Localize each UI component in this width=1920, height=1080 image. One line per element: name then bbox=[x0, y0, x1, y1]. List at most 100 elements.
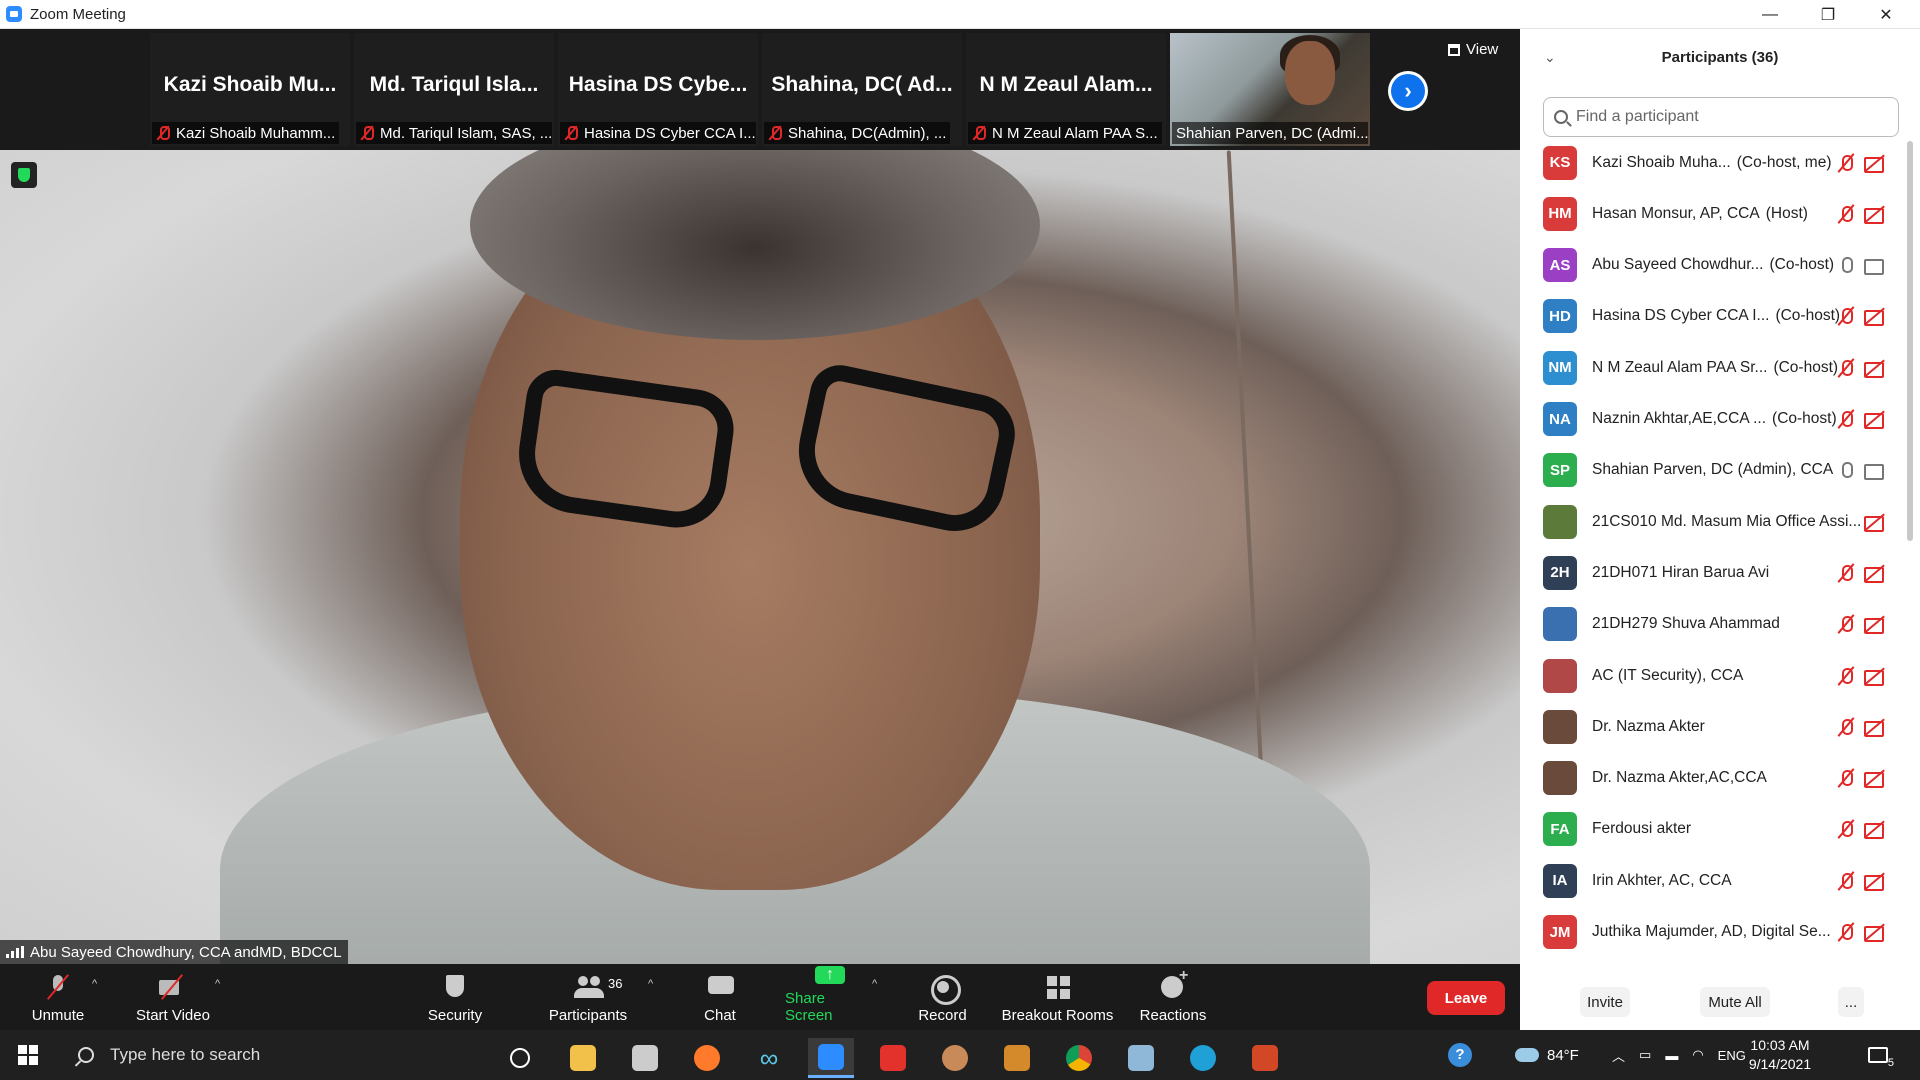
mic-muted-icon[interactable] bbox=[1838, 358, 1854, 378]
mic-muted-icon[interactable] bbox=[1838, 922, 1854, 942]
mic-muted-icon[interactable] bbox=[1838, 306, 1854, 326]
video-tile[interactable]: Md. Tariqul Isla... Md. Tariqul Islam, S… bbox=[354, 33, 554, 146]
participant-row[interactable]: NM N M Zeaul Alam PAA Sr... (Co-host) bbox=[1520, 342, 1900, 393]
restore-button[interactable]: ❐ bbox=[1799, 0, 1857, 29]
video-off-icon[interactable] bbox=[1864, 204, 1886, 224]
mic-muted-icon[interactable] bbox=[1838, 819, 1854, 839]
video-off-icon[interactable] bbox=[1864, 819, 1886, 840]
edge-icon[interactable] bbox=[1180, 1038, 1226, 1078]
security-button[interactable]: Security bbox=[420, 968, 490, 1028]
video-tile-live[interactable]: Shahian Parven, DC (Admi... bbox=[1170, 33, 1370, 146]
view-button[interactable]: View bbox=[1448, 41, 1498, 58]
video-off-icon[interactable] bbox=[1864, 768, 1886, 789]
video-off-icon[interactable] bbox=[1864, 512, 1886, 532]
mic-muted-icon[interactable] bbox=[1838, 768, 1854, 788]
image-viewer-icon[interactable] bbox=[994, 1038, 1040, 1078]
mic-muted-icon[interactable] bbox=[1838, 153, 1854, 173]
video-off-icon[interactable] bbox=[1864, 666, 1886, 686]
video-off-icon[interactable] bbox=[1864, 717, 1886, 737]
participant-row[interactable]: 2H 21DH071 Hiran Barua Avi bbox=[1520, 547, 1900, 598]
file-explorer-icon[interactable] bbox=[560, 1038, 606, 1078]
participant-row[interactable]: KS Kazi Shoaib Muha... (Co-host, me) bbox=[1520, 143, 1900, 188]
participants-caret-icon[interactable]: ^ bbox=[648, 978, 653, 990]
video-off-icon[interactable] bbox=[1864, 153, 1886, 173]
powerpoint-icon[interactable] bbox=[1242, 1038, 1288, 1078]
chevron-up-icon[interactable]: ︿ bbox=[1612, 1046, 1625, 1065]
video-tile[interactable]: Hasina DS Cybe... Hasina DS Cyber CCA I.… bbox=[558, 33, 758, 146]
mic-muted-icon[interactable] bbox=[1838, 717, 1854, 737]
battery-icon[interactable]: ▬ bbox=[1665, 1048, 1678, 1063]
leave-button[interactable]: Leave bbox=[1427, 981, 1505, 1015]
video-icon[interactable] bbox=[1864, 255, 1886, 276]
participant-row[interactable]: Dr. Nazma Akter,AC,CCA bbox=[1520, 753, 1900, 804]
share-screen-button[interactable]: ↑ Share Screen bbox=[785, 966, 875, 1028]
mic-muted-icon[interactable] bbox=[1838, 614, 1854, 634]
participant-row[interactable]: JM Juthika Majumder, AD, Digital Se... bbox=[1520, 907, 1900, 958]
participant-row[interactable]: Dr. Nazma Akter bbox=[1520, 701, 1900, 752]
start-video-button[interactable]: Start Video bbox=[132, 968, 214, 1028]
taskbar-clock[interactable]: 10:03 AM 9/14/2021 bbox=[1735, 1036, 1825, 1074]
zoom-taskbar-icon[interactable] bbox=[808, 1038, 854, 1078]
breakout-rooms-button[interactable]: Breakout Rooms bbox=[1000, 968, 1115, 1028]
reactions-button[interactable]: Reactions bbox=[1140, 967, 1207, 1028]
participant-row[interactable]: HD Hasina DS Cyber CCA I... (Co-host) bbox=[1520, 291, 1900, 342]
taskbar-search-box[interactable]: Type here to search bbox=[60, 1030, 492, 1080]
minimize-button[interactable]: — bbox=[1741, 0, 1799, 29]
mic-muted-icon[interactable] bbox=[1838, 204, 1854, 224]
participant-row[interactable]: AS Abu Sayeed Chowdhur... (Co-host) bbox=[1520, 240, 1900, 291]
device-icon[interactable]: ▭ bbox=[1639, 1047, 1651, 1063]
paint-icon[interactable] bbox=[932, 1038, 978, 1078]
wifi-icon[interactable]: ◠ bbox=[1692, 1047, 1703, 1063]
video-off-icon[interactable] bbox=[1864, 922, 1886, 942]
weather-widget[interactable]: 84°F bbox=[1515, 1030, 1579, 1080]
encryption-shield-icon[interactable] bbox=[11, 162, 37, 188]
more-options-button[interactable]: ... bbox=[1838, 987, 1864, 1017]
video-tile[interactable]: N M Zeaul Alam... N M Zeaul Alam PAA S..… bbox=[966, 33, 1166, 146]
participant-row[interactable]: SP Shahian Parven, DC (Admin), CCA bbox=[1520, 445, 1900, 496]
mic-icon[interactable] bbox=[1838, 460, 1854, 480]
chrome-icon[interactable] bbox=[1056, 1038, 1102, 1078]
help-icon[interactable]: ? bbox=[1448, 1030, 1472, 1080]
video-off-icon[interactable] bbox=[1864, 614, 1886, 635]
windows-start-icon[interactable] bbox=[18, 1045, 38, 1065]
mic-muted-icon[interactable] bbox=[1838, 409, 1854, 429]
next-page-button[interactable]: › bbox=[1388, 71, 1428, 111]
notes-app-icon[interactable] bbox=[1118, 1038, 1164, 1078]
video-off-icon[interactable] bbox=[1864, 358, 1886, 378]
participant-row[interactable]: HM Hasan Monsur, AP, CCA (Host) bbox=[1520, 188, 1900, 239]
participant-row[interactable]: IA Irin Akhter, AC, CCA bbox=[1520, 855, 1900, 906]
chat-button[interactable]: Chat bbox=[700, 968, 740, 1028]
participant-row[interactable]: 21CS010 Md. Masum Mia Office Assi... bbox=[1520, 496, 1900, 547]
video-tile[interactable]: Kazi Shoaib Mu... Kazi Shoaib Muhamm... bbox=[150, 33, 350, 146]
mute-all-button[interactable]: Mute All bbox=[1700, 987, 1770, 1017]
participant-row[interactable]: NA Naznin Akhtar,AE,CCA ... (Co-host) bbox=[1520, 394, 1900, 445]
infinity-app-icon[interactable]: ∞ bbox=[746, 1038, 792, 1078]
video-off-icon[interactable] bbox=[1864, 563, 1886, 583]
video-off-icon[interactable] bbox=[1864, 409, 1886, 429]
firefox-icon[interactable] bbox=[684, 1038, 730, 1078]
participant-row[interactable]: 21DH279 Shuva Ahammad bbox=[1520, 599, 1900, 650]
close-button[interactable]: ✕ bbox=[1857, 0, 1915, 29]
video-off-icon[interactable] bbox=[1864, 871, 1886, 891]
video-options-caret-icon[interactable]: ^ bbox=[215, 978, 220, 990]
record-button[interactable]: Record bbox=[915, 968, 970, 1028]
participant-search-input[interactable]: Find a participant bbox=[1543, 97, 1899, 137]
audio-options-caret-icon[interactable]: ^ bbox=[92, 978, 97, 990]
store-icon[interactable] bbox=[622, 1038, 668, 1078]
video-icon[interactable] bbox=[1864, 460, 1886, 481]
mic-icon[interactable] bbox=[1838, 255, 1854, 275]
share-options-caret-icon[interactable]: ^ bbox=[872, 978, 877, 990]
mic-muted-icon[interactable] bbox=[1838, 563, 1854, 583]
video-tile[interactable]: Shahina, DC( Ad... Shahina, DC(Admin), .… bbox=[762, 33, 962, 146]
task-view-icon[interactable] bbox=[497, 1038, 543, 1078]
participant-list-scrollbar[interactable] bbox=[1907, 141, 1913, 541]
anydesk-icon[interactable] bbox=[870, 1038, 916, 1078]
mic-muted-icon[interactable] bbox=[1838, 871, 1854, 891]
mic-muted-icon[interactable] bbox=[1838, 666, 1854, 686]
unmute-button[interactable]: Unmute bbox=[22, 968, 94, 1028]
notifications-icon[interactable]: 5 bbox=[1868, 1030, 1894, 1080]
video-off-icon[interactable] bbox=[1864, 306, 1886, 327]
system-tray-icons[interactable]: ︿ ▭ ▬ ◠ ENG bbox=[1612, 1030, 1746, 1080]
invite-button[interactable]: Invite bbox=[1580, 987, 1630, 1017]
participant-row[interactable]: AC (IT Security), CCA bbox=[1520, 650, 1900, 701]
